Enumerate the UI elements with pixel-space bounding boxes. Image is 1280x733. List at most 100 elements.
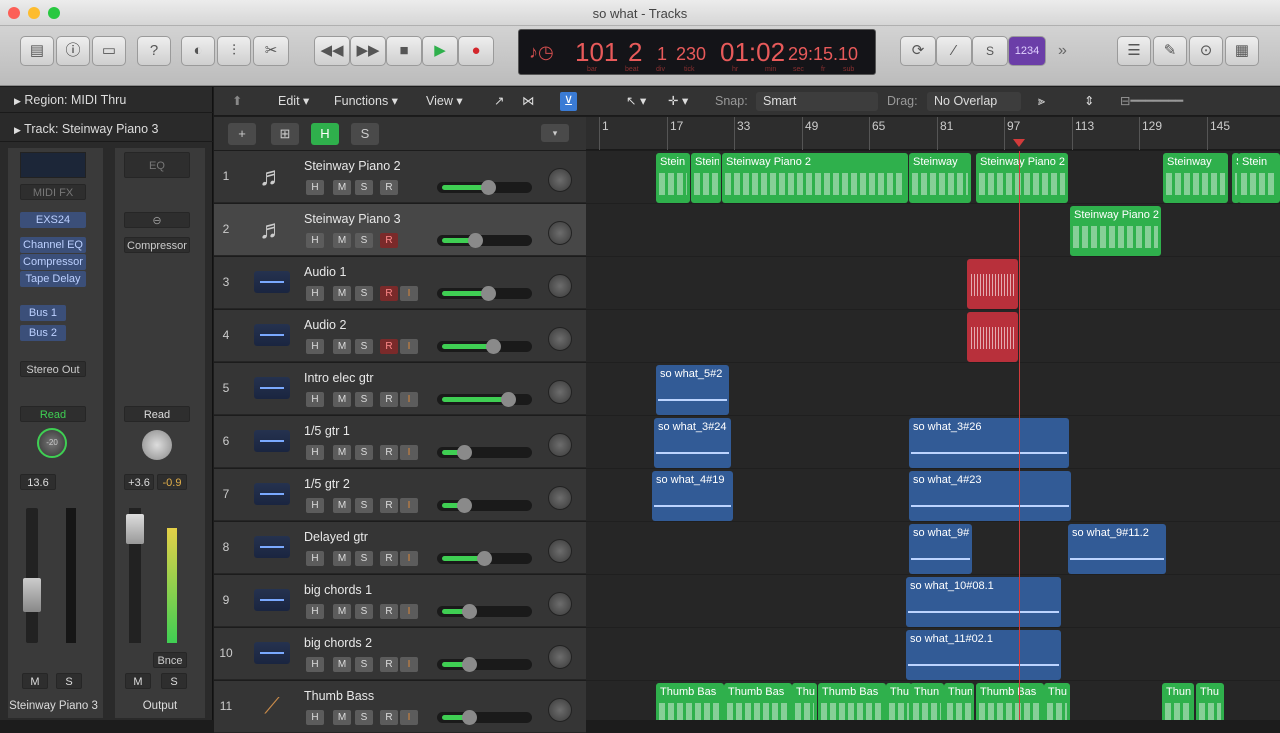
track-volume-slider[interactable] [437, 551, 532, 566]
track-row[interactable]: 4 Audio 2 H M S RI [214, 310, 586, 362]
record-enable-button[interactable]: R [380, 180, 398, 195]
region[interactable]: Thu [886, 683, 912, 720]
track-name[interactable]: Delayed gtr [304, 530, 368, 544]
browsers-icon[interactable]: ▦ [1225, 36, 1259, 66]
record-enable-button[interactable]: R [380, 710, 398, 725]
volume-knob[interactable] [457, 498, 472, 513]
list-editors-icon[interactable]: ☰ [1117, 36, 1151, 66]
region[interactable]: Thu [1044, 683, 1070, 720]
track-volume-slider[interactable] [437, 392, 532, 407]
automation-icon[interactable]: ↗ [494, 92, 504, 111]
volume-knob[interactable] [481, 286, 496, 301]
region[interactable]: so what_3#26 [909, 418, 1069, 468]
bar-ruler[interactable]: 1 17 33 49 65 81 97 113 129 145 [586, 117, 1280, 150]
collapse-icon[interactable]: ▾ [541, 124, 569, 142]
track-name[interactable]: big chords 2 [304, 636, 372, 650]
track-name[interactable]: Steinway Piano 2 [304, 159, 401, 173]
solo-button[interactable]: S [355, 657, 373, 672]
flex-icon[interactable]: ⋈ [522, 92, 535, 111]
stop-button[interactable]: ■ [386, 36, 422, 66]
automation-mode[interactable]: Read [20, 406, 86, 422]
input-monitor-button[interactable]: I [400, 286, 418, 301]
track-name[interactable]: big chords 1 [304, 583, 372, 597]
input-monitor-button[interactable]: I [400, 657, 418, 672]
pan-knob[interactable] [548, 327, 572, 351]
mute-button-left[interactable]: M [22, 673, 48, 689]
record-enable-button[interactable]: R [380, 286, 398, 301]
mixer-icon[interactable]: ⫶ [217, 36, 251, 66]
track-name[interactable]: 1/5 gtr 1 [304, 424, 350, 438]
region[interactable]: so what_4#19 [652, 471, 733, 521]
functions-menu[interactable]: Functions ▾ [334, 92, 398, 111]
volume-knob[interactable] [477, 551, 492, 566]
track-volume-slider[interactable] [437, 180, 532, 195]
pan-knob[interactable] [548, 168, 572, 192]
region[interactable]: Stein [1238, 153, 1280, 203]
playhead[interactable] [1019, 151, 1020, 720]
mute-button[interactable]: M [333, 233, 351, 248]
region[interactable]: Stein [691, 153, 721, 203]
plugin-slot-right-1[interactable]: Compressor [124, 237, 190, 253]
region[interactable]: Steinway [909, 153, 971, 203]
volume-knob[interactable] [501, 392, 516, 407]
region[interactable]: Steinway [1163, 153, 1228, 203]
play-button[interactable]: ▶ [422, 36, 458, 66]
pan-knob[interactable]: -20 [37, 428, 67, 458]
hide-button[interactable]: H [306, 392, 324, 407]
solo-button[interactable]: S [355, 392, 373, 407]
back-icon[interactable]: ⬆ [232, 92, 242, 111]
global-s-button[interactable]: S [351, 123, 379, 145]
solo-button[interactable]: S [355, 180, 373, 195]
mute-button[interactable]: M [333, 551, 351, 566]
record-enable-button[interactable]: R [380, 392, 398, 407]
mute-button[interactable]: M [333, 392, 351, 407]
arrange-area[interactable]: Stein Stein Steinway Piano 2 Steinway Steinw… [586, 151, 1280, 720]
track-row[interactable]: 8 Delayed gtr H M S RI [214, 522, 586, 574]
solo-button[interactable]: S [355, 286, 373, 301]
volume-knob[interactable] [462, 710, 477, 725]
hide-button[interactable]: H [306, 498, 324, 513]
waveform-zoom-icon[interactable]: ⫸ [1038, 92, 1045, 111]
solo-button[interactable]: S [355, 551, 373, 566]
solo-icon[interactable]: S [972, 36, 1008, 66]
track-row[interactable]: 10 big chords 2 H M S RI [214, 628, 586, 680]
track-row[interactable]: 2 ♬ Steinway Piano 3 H M S R [214, 204, 586, 256]
mute-button[interactable]: M [333, 604, 351, 619]
region[interactable]: Thun [1162, 683, 1194, 720]
mute-button[interactable]: M [333, 498, 351, 513]
scissors-icon[interactable]: ✂ [253, 36, 289, 66]
solo-button[interactable]: S [355, 498, 373, 513]
smart-controls-icon[interactable]: ◐ [181, 36, 215, 66]
lcd-display[interactable]: ♪◷ 101 2 1 230 01:02 29:15.10 bar beat d… [518, 29, 876, 75]
solo-button[interactable]: S [355, 710, 373, 725]
region[interactable]: Thumb Bas [976, 683, 1044, 720]
record-enable-button[interactable]: R [380, 657, 398, 672]
midi-fx-slot[interactable]: MIDI FX [20, 184, 86, 200]
record-button[interactable]: ● [458, 36, 494, 66]
plugin-slot-1[interactable]: Channel EQ [20, 237, 86, 253]
region[interactable]: Steinway Piano 2 [976, 153, 1068, 203]
solo-button-left[interactable]: S [56, 673, 82, 689]
add-track-button[interactable]: + [228, 123, 256, 145]
notepad-icon[interactable]: ✎ [1153, 36, 1187, 66]
track-name[interactable]: Steinway Piano 3 [304, 212, 401, 226]
track-row[interactable]: 5 Intro elec gtr H M S RI [214, 363, 586, 415]
region[interactable]: Thumb Bas [818, 683, 886, 720]
volume-knob[interactable] [457, 445, 472, 460]
pan-knob[interactable] [548, 645, 572, 669]
count-in-button[interactable]: 1234 [1008, 36, 1046, 66]
record-enable-button[interactable]: R [380, 551, 398, 566]
rewind-button[interactable]: ◀◀ [314, 36, 350, 66]
track-volume-slider[interactable] [437, 445, 532, 460]
track-volume-slider[interactable] [437, 286, 532, 301]
info-icon[interactable]: ⓘ [56, 36, 90, 66]
pan-knob[interactable] [548, 380, 572, 404]
pointer-tool-icon[interactable]: ↖ ▾ [626, 92, 646, 111]
region[interactable]: so what_4#23 [909, 471, 1071, 521]
automation-mode-right[interactable]: Read [124, 406, 190, 422]
region[interactable]: so what_3#24 [654, 418, 731, 468]
record-enable-button[interactable]: R [380, 498, 398, 513]
input-monitor-button[interactable]: I [400, 604, 418, 619]
region[interactable]: Thumb Bas [724, 683, 792, 720]
pan-knob[interactable] [548, 486, 572, 510]
